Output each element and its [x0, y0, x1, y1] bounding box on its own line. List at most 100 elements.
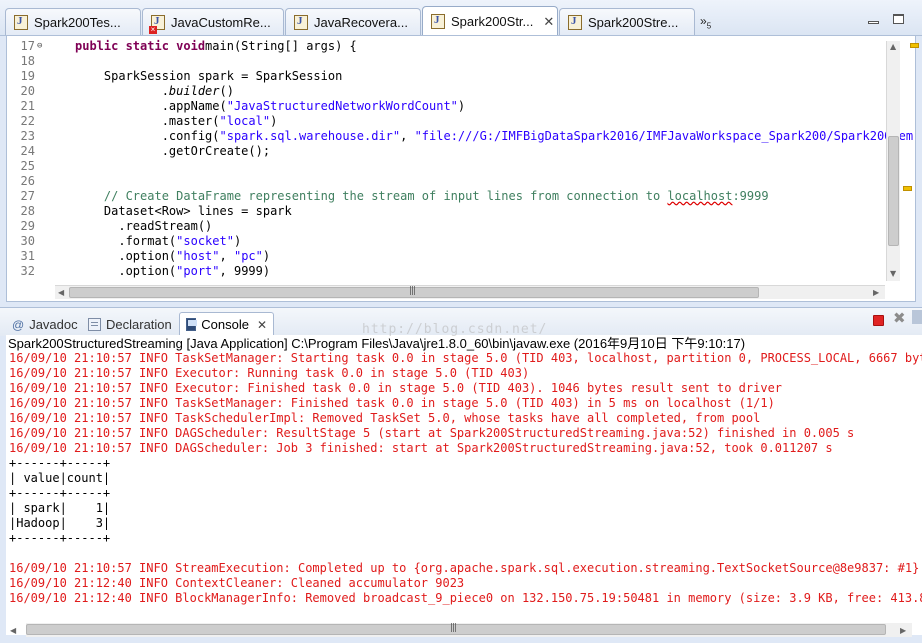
code-line[interactable]: 24 .getOrCreate(); — [7, 144, 887, 159]
editor-tab-spark200structured-active[interactable]: Spark200Str... ✕ — [422, 6, 558, 36]
code-editor[interactable]: 17 ⊖ public static voidmain(String[] args)… — [6, 35, 919, 302]
code-token: "spark.sql.warehouse.dir" — [219, 129, 401, 143]
code-token: "file:///G:/IMFBigDataSpark2016/IMFJavaW… — [414, 129, 914, 143]
console-output[interactable]: Spark200StructuredStreaming [Java Applic… — [6, 335, 922, 635]
code-token: SparkSession spark = SparkSession — [75, 69, 343, 83]
code-line[interactable]: 31 .option("host", "pc") — [7, 249, 887, 264]
console-line: +------+-----+ — [9, 486, 111, 500]
editor-tab-spark200streaming[interactable]: Spark200Stre... — [559, 8, 695, 35]
console-icon — [186, 318, 198, 331]
code-line[interactable]: 32 .option("port", 9999) — [7, 264, 887, 279]
code-token: () — [219, 84, 234, 98]
code-token: "host" — [176, 249, 220, 263]
close-tab-icon[interactable]: ✕ — [257, 318, 267, 332]
code-token: "local" — [219, 114, 271, 128]
line-number: 20 — [20, 84, 35, 98]
code-token: .config( — [75, 129, 220, 143]
code-token: .master( — [75, 114, 220, 128]
code-line[interactable]: 28 Dataset<Row> lines = spark — [7, 204, 887, 219]
code-line[interactable]: 22 .master("local") — [7, 114, 887, 129]
overview-ruler-marker[interactable] — [910, 43, 919, 48]
code-line[interactable]: 18 — [7, 54, 887, 69]
code-line[interactable]: 23 .config("spark.sql.warehouse.dir", "f… — [7, 129, 914, 144]
code-token: builder — [168, 84, 220, 98]
editor-tab-spark200test[interactable]: Spark200Tes... — [5, 8, 141, 35]
scroll-grip-icon: ||| — [450, 623, 457, 633]
code-line[interactable]: 21 .appName("JavaStructuredNetworkWordCo… — [7, 99, 887, 114]
scroll-right-icon[interactable]: ▶ — [900, 626, 906, 635]
line-number: 30 — [20, 234, 35, 248]
maximize-icon[interactable] — [893, 14, 904, 24]
code-line[interactable]: 30 .format("socket") — [7, 234, 887, 249]
code-text: .appName("JavaStructuredNetworkWordCount… — [75, 99, 465, 114]
console-line: |Hadoop| 3| — [9, 516, 111, 530]
console-line: 16/09/10 21:10:57 INFO Executor: Running… — [9, 366, 530, 380]
console-line: 16/09/10 21:10:57 INFO DAGScheduler: Job… — [9, 441, 833, 455]
line-number: 25 — [20, 159, 35, 173]
java-file-icon — [294, 14, 308, 30]
code-line[interactable]: 20 .builder() — [7, 84, 887, 99]
console-line: 16/09/10 21:12:40 INFO BlockManagerInfo:… — [9, 591, 922, 605]
code-token: public static void — [75, 39, 206, 53]
console-line: 16/09/10 21:10:57 INFO TaskSetManager: S… — [9, 351, 922, 365]
console-line: | spark| 1| — [9, 501, 111, 515]
code-text: public static voidmain(String[] args) { — [75, 39, 357, 54]
scroll-right-icon[interactable]: ▶ — [873, 288, 879, 297]
line-number: 28 — [20, 204, 35, 218]
remove-launch-icon[interactable]: ✖ — [893, 309, 906, 327]
scroll-down-icon[interactable]: ▼ — [890, 269, 896, 278]
java-file-icon — [431, 14, 445, 29]
tab-overflow-button[interactable]: »5 — [700, 14, 711, 30]
code-line[interactable]: 29 .readStream() — [7, 219, 887, 234]
editor-tab-javacustomreceiver[interactable]: JavaCustomRe... — [142, 8, 284, 35]
terminate-icon[interactable] — [873, 315, 884, 326]
code-token: ) — [233, 234, 242, 248]
console-line: 16/09/10 21:12:40 INFO ContextCleaner: C… — [9, 576, 465, 590]
code-text: .config("spark.sql.warehouse.dir", "file… — [75, 129, 913, 144]
line-number: 23 — [20, 129, 35, 143]
editor-tab-label: Spark200Tes... — [34, 14, 121, 30]
tab-label: Declaration — [106, 316, 172, 332]
line-number: 17 — [20, 39, 35, 53]
java-file-icon — [14, 14, 28, 30]
tab-javadoc[interactable]: @ Javadoc — [12, 312, 78, 336]
editor-vertical-scrollbar[interactable]: ▲ ▼ — [886, 41, 900, 281]
panel-toolbar-overflow[interactable] — [912, 310, 922, 324]
code-line[interactable]: 17 ⊖ public static voidmain(String[] args)… — [7, 39, 887, 54]
scroll-left-icon[interactable]: ◀ — [58, 288, 64, 297]
code-line[interactable]: 27 // Create DataFrame representing the … — [7, 189, 887, 204]
code-line[interactable]: 19 SparkSession spark = SparkSession — [7, 69, 887, 84]
chevron-right-double-icon: » — [700, 14, 707, 28]
code-text: .readStream() — [75, 219, 212, 234]
line-number: 22 — [20, 114, 35, 128]
java-file-error-icon — [149, 14, 165, 34]
scroll-left-icon[interactable]: ◀ — [10, 626, 16, 635]
fold-toggle-icon[interactable]: ⊖ — [37, 39, 42, 54]
line-number: 29 — [20, 219, 35, 233]
scroll-up-icon[interactable]: ▲ — [890, 42, 896, 51]
line-number: 31 — [20, 249, 35, 263]
overview-ruler-marker[interactable] — [903, 186, 912, 191]
code-token: .getOrCreate(); — [75, 144, 271, 158]
tab-declaration[interactable]: Declaration — [88, 312, 172, 336]
console-line: 16/09/10 21:10:57 INFO TaskSetManager: F… — [9, 396, 775, 410]
console-line: 16/09/10 21:10:57 INFO TaskSchedulerImpl… — [9, 411, 761, 425]
console-line: 16/09/10 21:10:57 INFO Executor: Finishe… — [9, 381, 783, 395]
code-token: main(String[] args) { — [205, 39, 357, 53]
editor-tab-javarecoverable[interactable]: JavaRecovera... — [285, 8, 421, 35]
editor-horizontal-scrollbar[interactable]: ◀ ||| ▶ — [55, 285, 885, 299]
minimize-icon[interactable] — [868, 21, 879, 24]
code-token: .option( — [75, 249, 177, 263]
console-line: +------+-----+ — [9, 456, 111, 470]
scroll-thumb[interactable] — [888, 136, 899, 246]
code-line[interactable]: 26 — [7, 174, 887, 189]
code-text: .builder() — [75, 84, 234, 99]
code-token: , — [219, 249, 234, 263]
code-text: SparkSession spark = SparkSession — [75, 69, 342, 84]
close-tab-icon[interactable]: ✕ — [543, 14, 554, 30]
tab-console[interactable]: Console ✕ — [179, 312, 274, 336]
code-token: . — [75, 84, 169, 98]
code-line[interactable]: 25 — [7, 159, 887, 174]
console-horizontal-scrollbar[interactable]: ◀ ||| ▶ — [10, 623, 912, 637]
code-token: .format( — [75, 234, 177, 248]
